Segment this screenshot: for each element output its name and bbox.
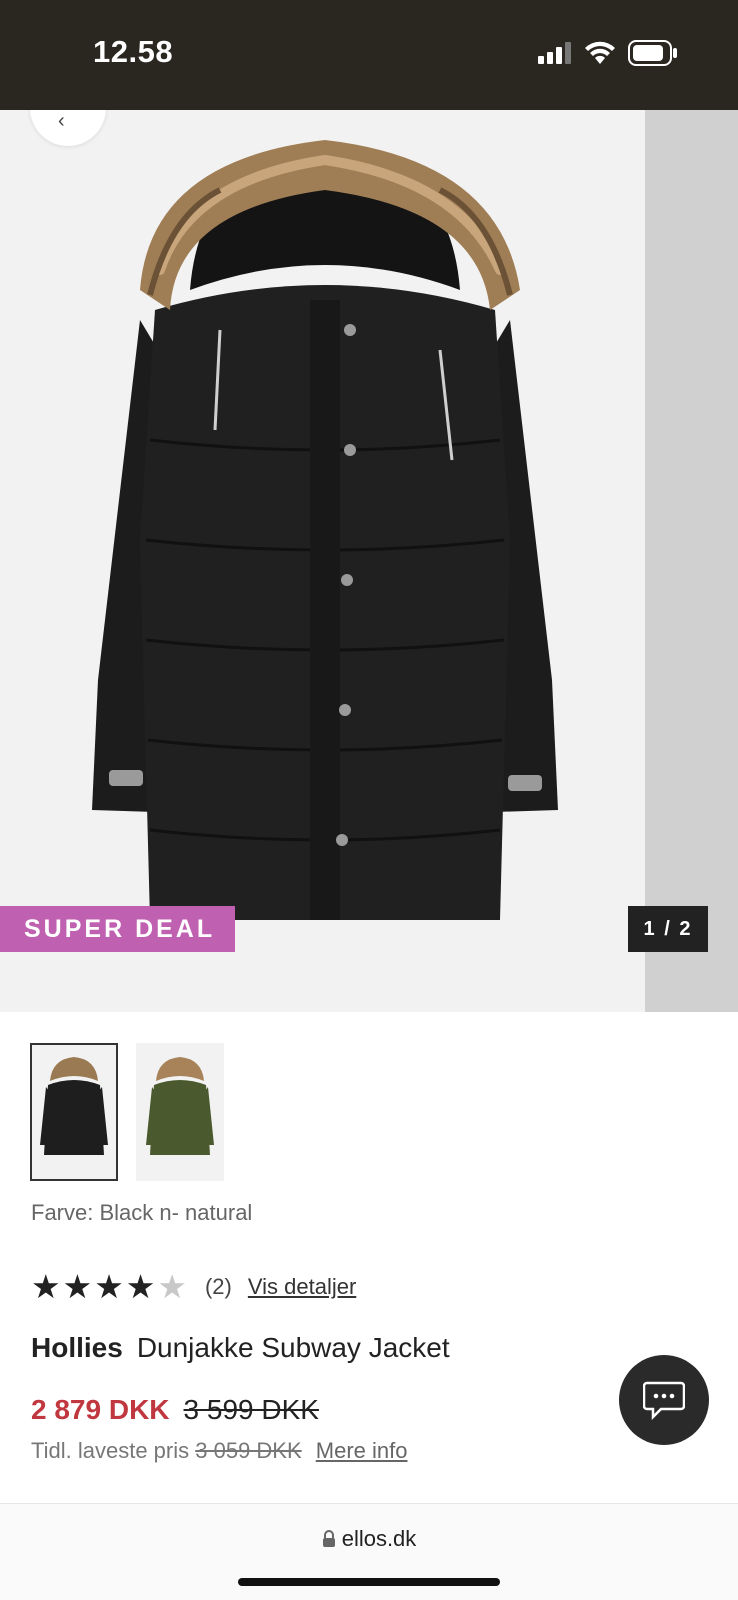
star-icon: ★ [31, 1268, 61, 1305]
lock-icon [322, 1530, 335, 1547]
lowest-price-label: Tidl. laveste pris [31, 1438, 190, 1463]
lowest-price-row: Tidl. laveste pris 3 059 DKK Mere info [31, 1438, 408, 1464]
product-title: Hollies Dunjakke Subway Jacket [31, 1332, 450, 1364]
details-link[interactable]: Vis detaljer [248, 1274, 356, 1300]
image-counter: 1 / 2 [628, 906, 708, 952]
url-display[interactable]: ellos.dk [0, 1526, 738, 1552]
star-icon: ★ [125, 1268, 156, 1305]
status-icons [538, 40, 678, 66]
current-price: 2 879 DKK [31, 1394, 170, 1425]
wifi-icon [585, 41, 615, 64]
thumbnail-black[interactable] [30, 1043, 118, 1181]
thumbnail-green-image [146, 1057, 214, 1155]
brand-name[interactable]: Hollies [31, 1332, 123, 1363]
back-arrow-icon: ‹ [58, 110, 65, 132]
browser-url-bar[interactable]: ellos.dk [0, 1504, 738, 1600]
product-image [92, 140, 558, 920]
status-time: 12.58 [93, 34, 174, 69]
star-icon: ★ [94, 1268, 124, 1305]
signal-icon [538, 42, 571, 64]
chat-icon [643, 1381, 685, 1420]
more-info-link[interactable]: Mere info [316, 1438, 408, 1463]
product-name: Dunjakke Subway Jacket [136, 1332, 450, 1363]
rating-row: ★ ★ ★ ★ ★ (2) Vis detaljer [31, 1270, 356, 1303]
thumbnail-green[interactable] [136, 1043, 224, 1181]
battery-icon [628, 40, 677, 66]
star-empty-icon: ★ [157, 1268, 187, 1305]
url-text: ellos.dk [341, 1526, 417, 1551]
price-row: 2 879 DKK 3 599 DKK [31, 1394, 319, 1426]
chat-button[interactable] [619, 1355, 709, 1445]
lowest-price-value: 3 059 DKK [195, 1438, 302, 1463]
review-count: (2) [204, 1273, 232, 1299]
star-icon: ★ [62, 1268, 93, 1305]
thumbnail-black-image [40, 1057, 108, 1155]
next-image-peek[interactable] [645, 110, 738, 1012]
home-indicator[interactable] [238, 1578, 500, 1586]
status-bar: 12.58 [0, 0, 738, 110]
color-label: Farve: Black n- natural [31, 1200, 253, 1225]
super-deal-badge: SUPER DEAL [0, 906, 236, 952]
product-gallery[interactable]: ‹ SUPER DEAL 1 / 2 [0, 110, 738, 1012]
original-price: 3 599 DKK [183, 1394, 319, 1425]
